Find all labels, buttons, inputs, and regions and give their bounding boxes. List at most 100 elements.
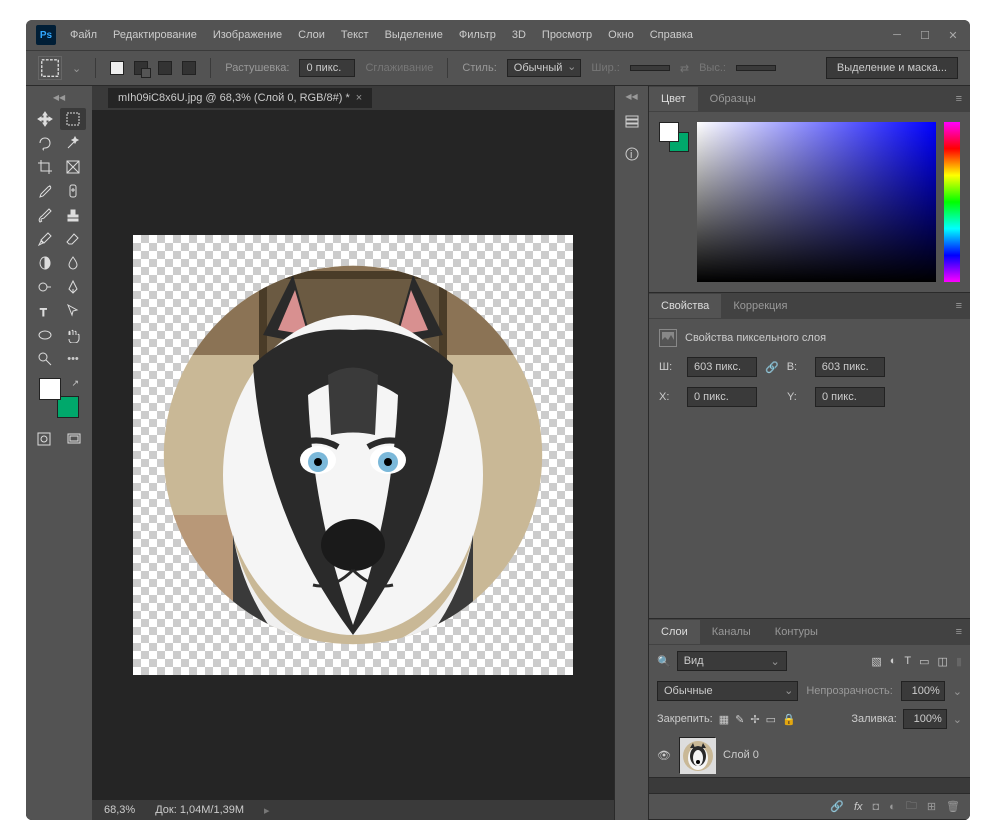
status-zoom[interactable]: 68,3% [104, 804, 135, 816]
color-panel-menu-icon[interactable]: ≡ [948, 93, 970, 105]
magic-wand-tool[interactable] [60, 132, 86, 154]
filter-pixel-icon[interactable]: ▧ [871, 655, 881, 668]
lock-artboard-icon[interactable]: ▭ [766, 713, 776, 726]
filter-toggle-icon[interactable]: ▮ [956, 655, 962, 668]
marquee-tool[interactable] [60, 108, 86, 130]
info-panel-icon[interactable]: i [621, 143, 643, 165]
tab-channels[interactable]: Каналы [700, 620, 763, 644]
prop-x-input[interactable]: 0 пикс. [687, 387, 757, 407]
layer-fx-icon[interactable]: fx [854, 801, 863, 813]
canvas-viewport[interactable] [92, 110, 614, 800]
menu-view[interactable]: Просмотр [534, 23, 600, 47]
filter-text-icon[interactable]: T [904, 655, 911, 668]
lock-position-icon[interactable]: ✢ [750, 713, 759, 726]
layer-filter-select[interactable]: Вид [677, 651, 787, 671]
text-tool[interactable]: T [32, 300, 58, 322]
eraser-tool[interactable] [60, 228, 86, 250]
frame-tool[interactable] [60, 156, 86, 178]
layers-panel-menu-icon[interactable]: ≡ [948, 626, 970, 638]
screenmode-tool[interactable] [61, 428, 87, 450]
blend-mode-select[interactable]: Обычные [657, 681, 798, 701]
feather-input[interactable]: 0 пикс. [299, 59, 355, 77]
link-layers-icon[interactable]: 🔗 [830, 800, 844, 813]
more-tools[interactable]: ••• [60, 348, 86, 370]
quickmask-tool[interactable] [31, 428, 57, 450]
menu-select[interactable]: Выделение [377, 23, 451, 47]
gradient-tool[interactable] [32, 252, 58, 274]
crop-tool[interactable] [32, 156, 58, 178]
filter-smart-icon[interactable]: ◫ [938, 655, 948, 668]
stamp-tool[interactable] [60, 204, 86, 226]
layer-group-icon[interactable]: 🗀 [906, 797, 917, 816]
opacity-dropdown-icon[interactable]: ⌄ [953, 685, 962, 698]
menu-filter[interactable]: Фильтр [451, 23, 504, 47]
style-select[interactable]: Обычный [507, 59, 582, 77]
prop-w-input[interactable]: 603 пикс. [687, 357, 757, 377]
tab-paths[interactable]: Контуры [763, 620, 830, 644]
tab-color[interactable]: Цвет [649, 87, 698, 111]
properties-panel-menu-icon[interactable]: ≡ [948, 300, 970, 312]
prop-h-input[interactable]: 603 пикс. [815, 357, 885, 377]
link-wh-icon[interactable]: 🔗 [765, 361, 779, 374]
current-tool-icon[interactable] [38, 56, 62, 80]
minimize-button[interactable]: ─ [890, 28, 904, 42]
move-tool[interactable] [32, 108, 58, 130]
hue-slider[interactable] [944, 122, 960, 282]
pen-tool[interactable] [60, 276, 86, 298]
fill-dropdown-icon[interactable]: ⌄ [953, 713, 962, 726]
menu-file[interactable]: Файл [62, 23, 105, 47]
document-close-icon[interactable]: × [356, 92, 362, 104]
history-brush-tool[interactable] [32, 228, 58, 250]
blur-tool[interactable] [60, 252, 86, 274]
filter-adjust-icon[interactable]: ◐ [890, 655, 897, 668]
opacity-input[interactable]: 100% [901, 681, 945, 701]
strip-collapse-icon[interactable]: ◀◀ [625, 92, 637, 101]
canvas[interactable] [133, 235, 573, 675]
lock-brush-icon[interactable]: ✎ [735, 713, 744, 726]
brush-tool[interactable] [32, 204, 58, 226]
tab-swatches[interactable]: Образцы [698, 87, 768, 111]
menu-edit[interactable]: Редактирование [105, 23, 205, 47]
dodge-tool[interactable] [32, 276, 58, 298]
selection-new-icon[interactable] [110, 61, 124, 75]
healing-tool[interactable] [60, 180, 86, 202]
tab-layers[interactable]: Слои [649, 620, 700, 644]
select-and-mask-button[interactable]: Выделение и маска... [826, 57, 958, 79]
swap-colors-icon[interactable]: ↗ [71, 378, 79, 389]
tab-adjustments[interactable]: Коррекция [721, 294, 799, 318]
close-button[interactable]: ✕ [946, 28, 960, 42]
history-panel-icon[interactable] [621, 111, 643, 133]
layer-visibility-icon[interactable]: 👁 [657, 749, 671, 762]
selection-subtract-icon[interactable] [158, 61, 172, 75]
new-layer-icon[interactable]: ⊞ [927, 800, 936, 813]
menu-image[interactable]: Изображение [205, 23, 290, 47]
filter-shape-icon[interactable]: ▭ [919, 655, 929, 668]
menu-text[interactable]: Текст [333, 23, 377, 47]
adjustment-layer-icon[interactable]: ◐ [889, 801, 896, 813]
eyedropper-tool[interactable] [32, 180, 58, 202]
prop-y-input[interactable]: 0 пикс. [815, 387, 885, 407]
layer-mask-icon[interactable]: ◘ [873, 801, 880, 813]
status-docsize[interactable]: Док: 1,04M/1,39M [155, 804, 244, 816]
selection-add-icon[interactable] [134, 61, 148, 75]
layer-thumbnail[interactable] [679, 737, 715, 773]
tab-properties[interactable]: Свойства [649, 294, 721, 318]
color-swatches[interactable]: ↗ [39, 378, 79, 418]
lock-all-icon[interactable]: 🔒 [782, 713, 796, 726]
selection-intersect-icon[interactable] [182, 61, 196, 75]
menu-3d[interactable]: 3D [504, 23, 534, 47]
delete-layer-icon[interactable]: 🗑 [946, 800, 960, 813]
color-panel-swatches[interactable] [659, 122, 689, 152]
tool-dropdown-icon[interactable]: ⌄ [72, 62, 81, 75]
shape-tool[interactable] [32, 324, 58, 346]
path-select-tool[interactable] [60, 300, 86, 322]
maximize-button[interactable]: ☐ [918, 28, 932, 42]
menu-help[interactable]: Справка [642, 23, 701, 47]
lock-pixels-icon[interactable]: ▦ [719, 713, 729, 726]
menu-window[interactable]: Окно [600, 23, 642, 47]
foreground-color[interactable] [39, 378, 61, 400]
panel-foreground-color[interactable] [659, 122, 679, 142]
color-field[interactable] [697, 122, 936, 282]
status-arrow-icon[interactable]: ▸ [264, 804, 270, 817]
zoom-tool[interactable] [32, 348, 58, 370]
